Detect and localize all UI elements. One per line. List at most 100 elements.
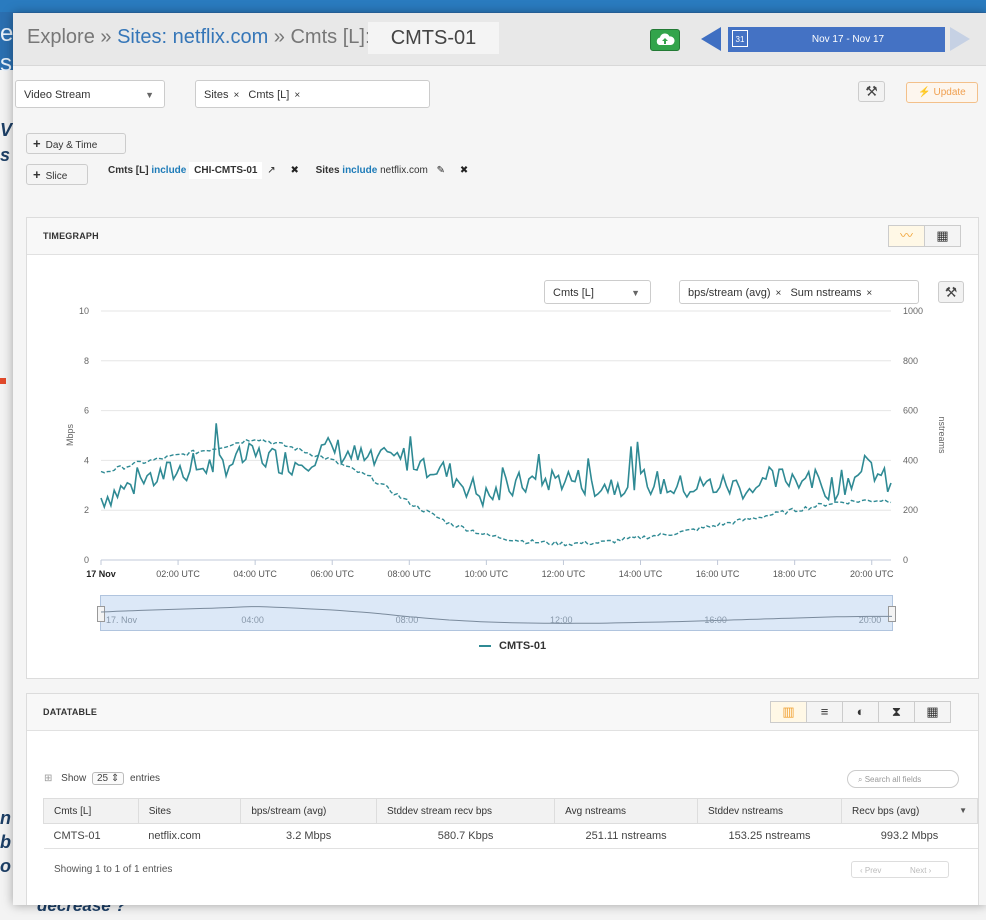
series-line	[100, 423, 892, 510]
dimension-tag[interactable]: Cmts [L] ×	[248, 81, 300, 110]
active-filters: Cmts [L] include CHI-CMTS-01 ↗ ✖ Sites i…	[108, 162, 474, 179]
column-toggle-icon[interactable]: ⊞	[44, 773, 52, 784]
legend-swatch	[479, 645, 491, 648]
table-header-row: Cmts [L] Sites bps/stream (avg) Stddev stre…	[43, 798, 978, 824]
grid-view-button[interactable]: ▦	[924, 225, 961, 247]
pie-chart-icon: ◐	[856, 704, 865, 719]
table-cell: 153.25 nstreams	[697, 823, 842, 849]
slide-fragment: s	[0, 145, 11, 165]
search-icon: ⌕	[858, 775, 863, 784]
x-tick-label: 02:00 UTC	[156, 569, 200, 579]
y-tick-label: 0	[84, 555, 89, 565]
metric-select-value: Video Stream	[24, 89, 91, 101]
y-axis-title: Mbps	[65, 424, 75, 447]
next-range-arrow-icon[interactable]	[950, 27, 970, 51]
entries-select[interactable]: 25 ⇕	[91, 772, 125, 785]
y-tick-label: 6	[84, 406, 89, 416]
breadcrumb-sites[interactable]: Sites: netflix.com	[117, 26, 268, 48]
y-tick-label: 8	[84, 356, 89, 366]
list-icon: ≡	[820, 704, 829, 719]
datatable-title: DATATABLE	[43, 707, 98, 717]
date-range-picker[interactable]: 31 Nov 17 - Nov 17	[728, 27, 945, 52]
metric-select[interactable]: Video Stream ▼	[15, 80, 165, 108]
slide-red-mark	[0, 378, 6, 384]
filter-value[interactable]: CHI-CMTS-01	[189, 162, 263, 179]
column-header[interactable]: Stddev nstreams	[696, 798, 843, 824]
data-table: Cmts [L] Sites bps/stream (avg) Stddev stre…	[43, 798, 978, 849]
table-view-button[interactable]: ▥	[770, 701, 807, 723]
remove-filter-icon[interactable]: ✖	[290, 165, 298, 176]
table-footer: Showing 1 to 1 of 1 entries	[54, 864, 173, 875]
filter-op: include	[342, 165, 378, 176]
legend-label: CMTS-01	[499, 640, 547, 652]
search-all-fields-input[interactable]: ⌕ Search all fields	[847, 770, 959, 788]
table-row[interactable]: CMTS-01 netflix.com 3.2 Mbps 580.7 Kbps 251.…	[43, 823, 978, 849]
y-right-tick-label: 200	[903, 505, 918, 515]
y-tick-label: 2	[84, 505, 89, 515]
y-tick-label: 10	[79, 306, 89, 316]
filter-field: Sites	[315, 165, 340, 176]
edit-pencil-icon[interactable]: ✎	[437, 165, 445, 176]
prev-page-button[interactable]: ‹ Prev	[860, 862, 881, 879]
table-cell: 3.2 Mbps	[240, 823, 377, 849]
column-header[interactable]: Sites	[137, 798, 242, 824]
x-tick-label: 12:00 UTC	[542, 569, 586, 579]
chart-legend-item[interactable]: CMTS-01	[479, 640, 546, 652]
plus-icon: +	[33, 136, 41, 151]
slide-fragment: n	[0, 808, 11, 828]
tools-button[interactable]: ⚒	[858, 81, 885, 102]
x-tick-label: 08:00 UTC	[388, 569, 432, 579]
navigator-label: 20:00	[858, 615, 882, 625]
y-right-tick-label: 1000	[903, 306, 923, 316]
range-navigator[interactable]: 17. Nov 04:00 08:00 12:00 16:00 20:00	[97, 595, 896, 631]
pie-view-button[interactable]: ◐	[842, 701, 879, 723]
y-right-tick-label: 400	[903, 455, 918, 465]
breadcrumb-explore[interactable]: Explore »	[27, 26, 112, 48]
filter-value[interactable]: netflix.com	[380, 165, 428, 176]
timegraph-header: TIMEGRAPH 〰 ▦	[27, 218, 978, 255]
timegraph-chart: 0 2 4 6 8 10 0 200 400 600 800 1000 Mbps nstreams 17 N…	[65, 306, 947, 579]
datatable-header: DATATABLE ▥ ≡ ◐ ⧗ ▦	[27, 694, 978, 731]
cloud-upload-button[interactable]	[650, 29, 680, 51]
column-header[interactable]: Stddev stream recv bps	[375, 798, 556, 824]
lightning-icon: ⚡	[918, 87, 931, 98]
sankey-view-button[interactable]: ⧗	[878, 701, 915, 723]
cloud-upload-icon	[656, 33, 675, 45]
remove-tag-icon[interactable]: ×	[233, 90, 239, 101]
date-range-text: Nov 17 - Nov 17	[811, 34, 885, 45]
edit-pencil-icon[interactable]: ↗	[267, 165, 275, 176]
x-tick-label: 18:00 UTC	[773, 569, 817, 579]
chevron-down-icon: ▼	[145, 90, 154, 100]
table-cell: 251.11 nstreams	[554, 823, 698, 849]
calendar-icon: 31	[732, 30, 748, 47]
matrix-view-button[interactable]: ▦	[914, 701, 951, 723]
day-time-button[interactable]: + Day & Time	[26, 133, 126, 154]
navigator-sparkline	[101, 606, 892, 624]
previous-range-arrow-icon[interactable]	[701, 27, 721, 51]
navigator-label: 17. Nov	[106, 615, 138, 625]
dimension-tag[interactable]: Sites ×	[204, 81, 239, 110]
remove-tag-icon[interactable]: ×	[294, 90, 300, 101]
list-view-button[interactable]: ≡	[806, 701, 843, 723]
next-page-button[interactable]: Next ›	[910, 862, 931, 879]
y-right-tick-label: 600	[903, 406, 918, 416]
show-label: Show	[61, 773, 87, 784]
column-header[interactable]: Recv bps (avg) ▼	[841, 798, 978, 824]
table-cell: 993.2 Mbps	[841, 823, 978, 849]
x-tick-label: 14:00 UTC	[619, 569, 663, 579]
update-button[interactable]: ⚡ Update	[906, 82, 978, 103]
filter-field: Cmts [L]	[108, 165, 149, 176]
top-bar: Explore » Sites: netflix.com » Cmts [L]:…	[13, 13, 986, 66]
navigator-label: 12:00	[550, 615, 573, 625]
y-tick-label: 4	[84, 455, 89, 465]
column-header[interactable]: bps/stream (avg)	[240, 798, 377, 824]
dimension-tags-input[interactable]: Sites × Cmts [L] ×	[195, 80, 430, 108]
slide-fragment: o	[0, 856, 11, 876]
remove-filter-icon[interactable]: ✖	[460, 165, 468, 176]
column-header[interactable]: Avg nstreams	[554, 798, 698, 824]
line-view-button[interactable]: 〰	[888, 225, 925, 247]
column-header[interactable]: Cmts [L]	[43, 798, 139, 824]
slice-button[interactable]: + Slice	[26, 164, 88, 185]
search-placeholder: Search all fields	[864, 775, 922, 784]
x-tick-label: 17 Nov	[86, 569, 116, 579]
